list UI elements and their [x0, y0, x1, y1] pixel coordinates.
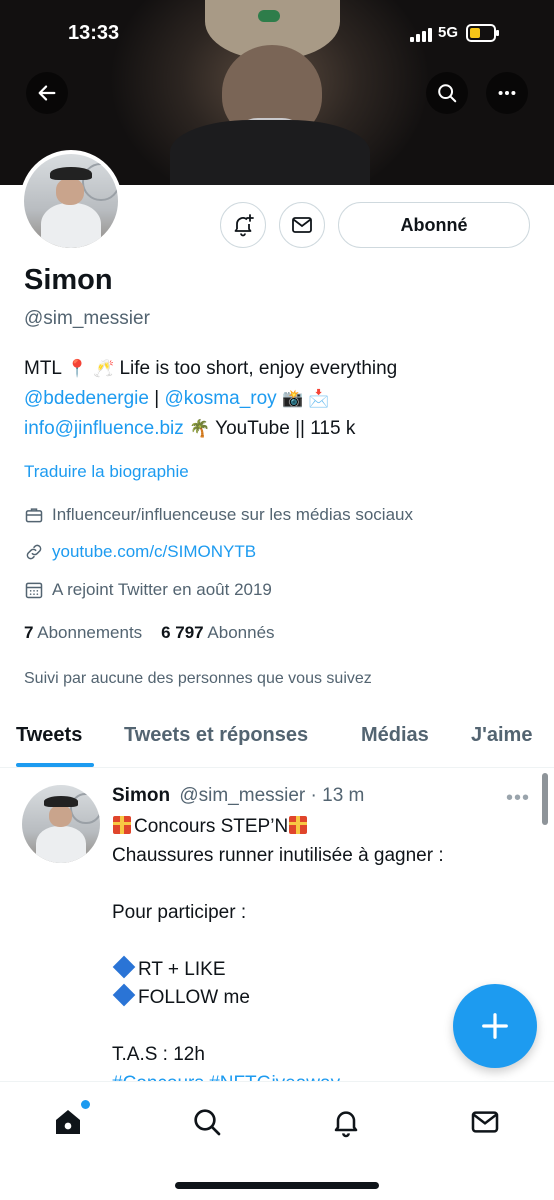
category-text: Influenceur/influenceuse sur les médias …	[52, 505, 413, 524]
network-type: 5G	[438, 24, 459, 41]
profile-name: Simon	[24, 264, 113, 296]
nav-notifications[interactable]	[326, 1102, 366, 1142]
nav-search[interactable]	[187, 1102, 227, 1142]
search-button[interactable]	[426, 72, 468, 114]
blue-diamond-emoji-icon	[112, 983, 136, 1007]
new-content-dot	[81, 1100, 90, 1109]
bio-separator: |	[148, 388, 165, 409]
search-icon	[438, 84, 457, 103]
link-icon	[26, 544, 42, 560]
bell-plus-icon	[234, 214, 254, 237]
status-bar: 13:33 5G	[0, 18, 554, 50]
tweet-author-avatar[interactable]	[22, 785, 100, 863]
mail-icon	[471, 1111, 499, 1133]
tab-tweets-replies[interactable]: Tweets et réponses	[124, 724, 308, 747]
notifications-toggle-button[interactable]	[220, 202, 266, 248]
bio-text: MTL	[24, 358, 62, 379]
following-button[interactable]: Abonné	[338, 202, 530, 248]
bio-text: YouTube || 115 k	[215, 418, 356, 439]
follow-counts: 7 Abonnements 6 797 Abonnés	[24, 623, 275, 643]
tweet-author-meta: @sim_messier · 13 m	[179, 785, 365, 806]
profile-bio: MTL 📍 🥂 Life is too short, enjoy everyth…	[24, 354, 534, 444]
followed-by-text: Suivi par aucune des personnes que vous …	[24, 670, 372, 687]
profile-avatar[interactable]	[20, 150, 122, 252]
bio-text: Life is too short, enjoy everything	[119, 358, 398, 379]
tab-likes[interactable]: J'aime	[471, 724, 532, 747]
gift-emoji-icon	[113, 816, 131, 834]
mail-icon	[292, 217, 312, 233]
tweet-hashtags[interactable]: #Concours #NFTGiveaway	[112, 1070, 532, 1082]
tweet-author-name[interactable]: Simon	[112, 785, 170, 806]
profile-handle: @sim_messier	[24, 308, 150, 329]
followers-link[interactable]: 6 797 Abonnés	[161, 623, 274, 642]
more-options-button[interactable]	[486, 72, 528, 114]
scrollbar[interactable]	[542, 773, 548, 825]
tab-media[interactable]: Médias	[361, 724, 429, 747]
search-icon	[194, 1109, 221, 1136]
banner-jacket-shape	[170, 120, 370, 185]
nav-home[interactable]	[48, 1100, 90, 1142]
calendar-icon	[25, 582, 43, 599]
tab-tweets[interactable]: Tweets	[16, 724, 82, 747]
envelope-arrow-emoji-icon: 📩	[308, 389, 330, 409]
palm-tree-emoji-icon: 🌴	[189, 419, 211, 439]
website-link[interactable]: youtube.com/c/SIMONYTB	[52, 542, 256, 562]
arrow-left-icon	[38, 85, 56, 101]
message-button[interactable]	[279, 202, 325, 248]
pin-emoji-icon: 📍	[66, 359, 88, 379]
bell-icon	[334, 1111, 358, 1138]
more-horizontal-icon	[498, 90, 516, 96]
compose-tweet-button[interactable]	[453, 984, 537, 1068]
tweet-header: Simon @sim_messier · 13 m	[112, 785, 364, 807]
status-time: 13:33	[68, 22, 120, 44]
home-icon	[56, 1110, 80, 1134]
profile-joined-date: A rejoint Twitter en août 2019	[24, 580, 272, 600]
bio-mention-link[interactable]: @kosma_roy	[164, 388, 276, 409]
battery-icon	[466, 24, 499, 42]
profile-website[interactable]: youtube.com/c/SIMONYTB	[24, 542, 256, 562]
home-indicator-bar[interactable]	[175, 1182, 379, 1189]
blue-diamond-emoji-icon	[112, 955, 136, 978]
plus-icon	[482, 1013, 508, 1039]
gift-emoji-icon	[289, 816, 308, 834]
bio-email-link[interactable]: info@jinfluence.biz	[24, 418, 184, 439]
translate-bio-link[interactable]: Traduire la biographie	[24, 462, 189, 482]
champagne-emoji-icon: 🥂	[93, 359, 115, 379]
back-button[interactable]	[26, 72, 68, 114]
active-tab-indicator	[16, 763, 94, 767]
camera-flash-emoji-icon: 📸	[281, 389, 304, 409]
cellular-signal-icon	[410, 28, 432, 42]
nav-messages[interactable]	[465, 1102, 505, 1142]
following-link[interactable]: 7 Abonnements	[24, 623, 142, 642]
joined-text: A rejoint Twitter en août 2019	[52, 580, 272, 599]
profile-tabs: Tweets Tweets et réponses Médias J'aime	[0, 712, 554, 768]
profile-category: Influenceur/influenceuse sur les médias …	[24, 505, 413, 525]
tweet-more-button[interactable]: •••	[506, 787, 530, 810]
bio-mention-link[interactable]: @bdedenergie	[24, 388, 149, 409]
briefcase-icon	[25, 508, 43, 523]
